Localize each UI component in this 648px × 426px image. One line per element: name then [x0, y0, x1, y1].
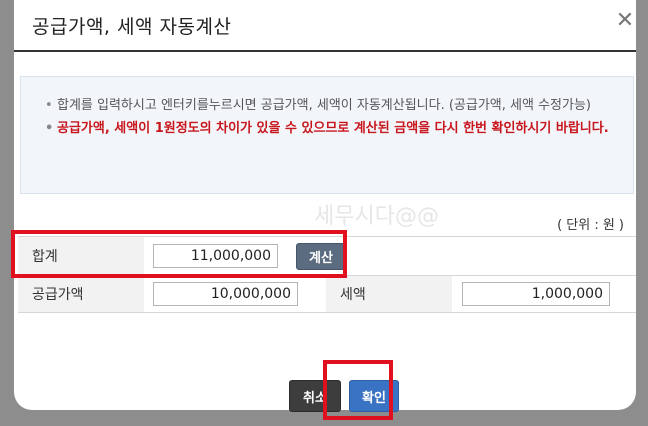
unit-label: ( 단위 : 원 ) — [557, 218, 624, 233]
supply-input[interactable] — [153, 282, 298, 306]
bullet-icon: • — [45, 121, 54, 136]
highlight-ok-button — [323, 360, 393, 420]
highlight-total-row — [11, 230, 347, 278]
watermark: 세무시다@@ — [314, 204, 439, 229]
notice-line-1: • 합계를 입력하시고 엔터키를누르시면 공급가액, 세액이 자동계산됩니다. … — [45, 95, 617, 116]
notice-text-2: 공급가액, 세액이 1원정도의 차이가 있을 수 있으므로 계산된 금액을 다시… — [57, 121, 609, 136]
notice-text-1: 합계를 입력하시고 엔터키를누르시면 공급가액, 세액이 자동계산됩니다. (공… — [57, 98, 591, 113]
title-divider — [14, 50, 636, 52]
row-divider — [18, 312, 636, 313]
tax-input[interactable] — [462, 282, 610, 306]
notice-line-2: • 공급가액, 세액이 1원정도의 차이가 있을 수 있으므로 계산된 금액을 … — [45, 118, 617, 139]
tax-label: 세액 — [326, 276, 452, 312]
dialog-title: 공급가액, 세액 자동계산 — [32, 16, 232, 38]
supply-label: 공급가액 — [18, 276, 144, 312]
notice-box: • 합계를 입력하시고 엔터키를누르시면 공급가액, 세액이 자동계산됩니다. … — [20, 76, 634, 194]
bullet-icon: • — [45, 98, 53, 113]
auto-calc-dialog: 공급가액, 세액 자동계산 ✕ • 합계를 입력하시고 엔터키를누르시면 공급가… — [11, 0, 636, 420]
close-icon[interactable]: ✕ — [614, 10, 636, 32]
